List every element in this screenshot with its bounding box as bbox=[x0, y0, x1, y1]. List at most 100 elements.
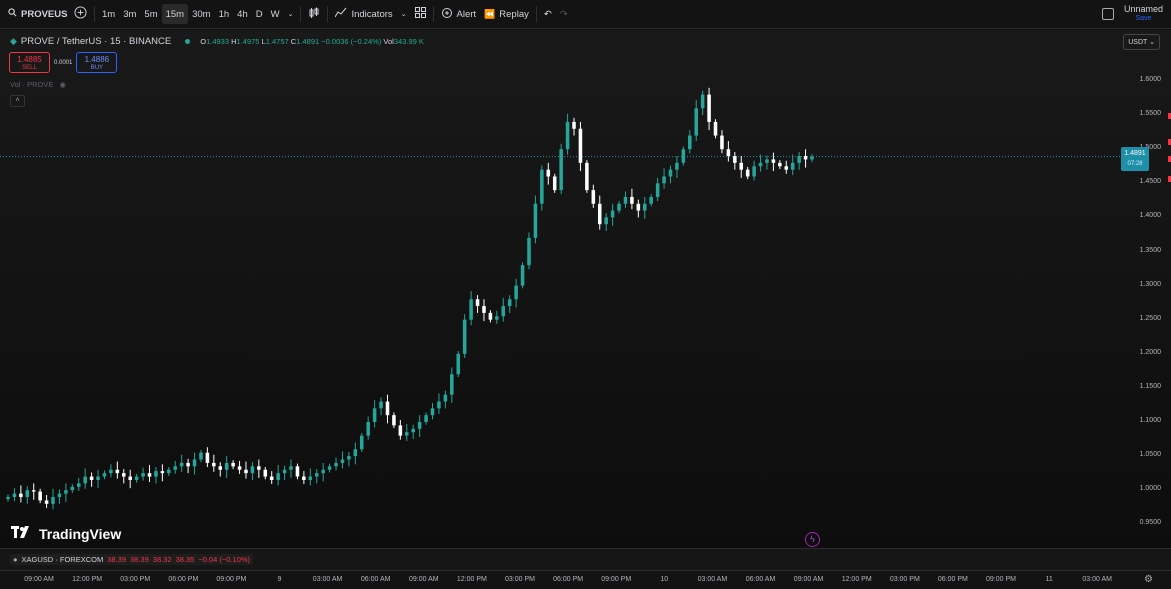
interval-4h[interactable]: 4h bbox=[233, 9, 252, 20]
interval-3m[interactable]: 3m bbox=[119, 9, 140, 20]
candle-body bbox=[610, 210, 615, 218]
candle-body bbox=[437, 401, 441, 409]
time-axis[interactable]: ⚙ 09:00 AM 12:00 PM 03:00 PM 06:00 PM 09:00 … bbox=[0, 570, 1171, 589]
collapse-legend-button[interactable]: ˄ bbox=[10, 95, 25, 107]
tradingview-logo[interactable]: TradingView bbox=[11, 525, 121, 542]
time-tick: 03:00 PM bbox=[505, 576, 535, 583]
interval-5m[interactable]: 5m bbox=[140, 9, 161, 20]
candle-body bbox=[617, 203, 621, 211]
candles-icon bbox=[308, 7, 320, 22]
candle-body bbox=[797, 156, 801, 163]
time-tick: 06:00 PM bbox=[168, 576, 199, 583]
candle-body bbox=[96, 476, 100, 480]
time-tick: 9 bbox=[277, 576, 282, 583]
interval-15m[interactable]: 15m bbox=[161, 4, 189, 24]
candle-body bbox=[321, 469, 325, 474]
candle-body bbox=[302, 476, 306, 480]
candle-body bbox=[218, 466, 223, 470]
eye-icon[interactable]: ◉ bbox=[59, 80, 66, 89]
candle-body bbox=[790, 162, 795, 170]
price-tick: 1.0500 bbox=[1139, 451, 1161, 459]
candle-body bbox=[19, 493, 23, 498]
candle-body bbox=[89, 476, 94, 480]
candle-body bbox=[552, 176, 557, 191]
interval-1h[interactable]: 1h bbox=[215, 9, 234, 20]
redo-button[interactable]: ↷ bbox=[556, 0, 572, 29]
candle-body bbox=[713, 121, 718, 136]
candle-body bbox=[546, 169, 551, 177]
indicators-icon bbox=[335, 7, 347, 21]
divider bbox=[535, 6, 537, 22]
candle-body bbox=[379, 401, 383, 409]
candle-body bbox=[604, 217, 608, 225]
replay-button[interactable]: ⏪ Replay bbox=[480, 0, 533, 29]
market-open-icon bbox=[185, 39, 191, 44]
time-tick: 06:00 AM bbox=[745, 576, 776, 583]
candle-body bbox=[450, 374, 454, 395]
buy-label: BUY bbox=[90, 65, 104, 71]
chart-pane[interactable] bbox=[0, 30, 1171, 547]
candle-body bbox=[57, 493, 62, 498]
candle-body bbox=[424, 415, 428, 422]
layout-checkbox[interactable] bbox=[1101, 8, 1114, 20]
candle-body bbox=[340, 459, 345, 463]
candle-body bbox=[83, 476, 87, 484]
undo-button[interactable]: ↶ bbox=[540, 0, 556, 29]
price-tick: 1.2000 bbox=[1139, 348, 1161, 356]
alert-button[interactable]: Alert bbox=[437, 0, 481, 29]
candles-canvas[interactable] bbox=[0, 30, 1171, 547]
candle-body bbox=[192, 459, 197, 467]
interval-1m[interactable]: 1m bbox=[98, 9, 119, 20]
volume-legend: Vol · PROVE ◉ bbox=[10, 80, 66, 89]
settings-icon[interactable]: ⚙ bbox=[1144, 574, 1153, 585]
time-tick: 11 bbox=[1045, 576, 1053, 583]
candle-body bbox=[308, 476, 313, 480]
interval-30m[interactable]: 30m bbox=[188, 9, 214, 20]
trade-buttons: 1.4885 SELL 0.0001 1.4886 BUY bbox=[9, 52, 118, 73]
price-tick: 1.4000 bbox=[1139, 212, 1161, 220]
buy-button[interactable]: 1.4886 BUY bbox=[76, 52, 118, 73]
candle-body bbox=[771, 159, 776, 163]
candle-body bbox=[462, 319, 467, 354]
indicators-button[interactable]: Indicators ⌄ bbox=[331, 0, 410, 29]
chart-type-button[interactable] bbox=[304, 0, 324, 29]
time-tick: 03:00 AM bbox=[1082, 576, 1112, 583]
interval-dropdown[interactable]: ⌄ bbox=[284, 0, 298, 29]
sell-label: SELL bbox=[22, 65, 37, 71]
candle-body bbox=[392, 415, 396, 426]
time-tick: 06:00 AM bbox=[360, 576, 391, 583]
candle-body bbox=[597, 203, 602, 225]
candle-body bbox=[591, 190, 596, 204]
replay-label: Replay bbox=[499, 8, 529, 20]
compare-pane[interactable]: ● XAGUSD · FOREXCOM 38.39 38.39 38.32 38… bbox=[0, 548, 1171, 570]
price-axis[interactable]: 1.6000 1.5500 1.5000 1.4500 1.4000 1.3500 1.30… bbox=[1111, 30, 1171, 547]
candle-body bbox=[314, 473, 319, 477]
interval-D[interactable]: D bbox=[252, 9, 267, 20]
interval-W[interactable]: W bbox=[267, 9, 284, 20]
price-tick: 1.2500 bbox=[1139, 314, 1161, 322]
candle-body bbox=[778, 162, 782, 167]
current-price-label: 1.4891 07:28 bbox=[1121, 147, 1149, 171]
symbol-label: PROVEUS bbox=[21, 8, 68, 20]
templates-button[interactable] bbox=[411, 0, 430, 29]
candle-body bbox=[700, 94, 705, 109]
sell-button[interactable]: 1.4885 SELL bbox=[9, 52, 50, 73]
candle-body bbox=[122, 473, 126, 477]
rewind-icon: ⏪ bbox=[484, 8, 496, 19]
compare-legend: ● XAGUSD · FOREXCOM 38.39 38.39 38.32 38… bbox=[10, 554, 254, 565]
candle-body bbox=[501, 306, 506, 317]
candle-body bbox=[514, 285, 518, 300]
lightning-icon[interactable]: ϟ bbox=[805, 532, 820, 547]
candle-body bbox=[38, 491, 42, 501]
candle-body bbox=[784, 166, 789, 170]
price-tick: 1.6000 bbox=[1139, 76, 1161, 83]
legend-title: PROVE / TetherUS · 15 · BINANCE bbox=[20, 36, 172, 47]
compare-add-button[interactable] bbox=[70, 0, 91, 29]
candle-body bbox=[134, 476, 139, 480]
chart-legend: ◆ PROVE / TetherUS · 15 · BINANCE O1.493… bbox=[10, 36, 424, 47]
plus-circle-icon bbox=[74, 6, 87, 22]
symbol-search[interactable]: PROVEUS bbox=[0, 0, 70, 29]
layout-name-button[interactable]: Unnamed Save bbox=[1124, 4, 1163, 24]
candle-body bbox=[559, 149, 563, 191]
candle-body bbox=[649, 196, 653, 204]
